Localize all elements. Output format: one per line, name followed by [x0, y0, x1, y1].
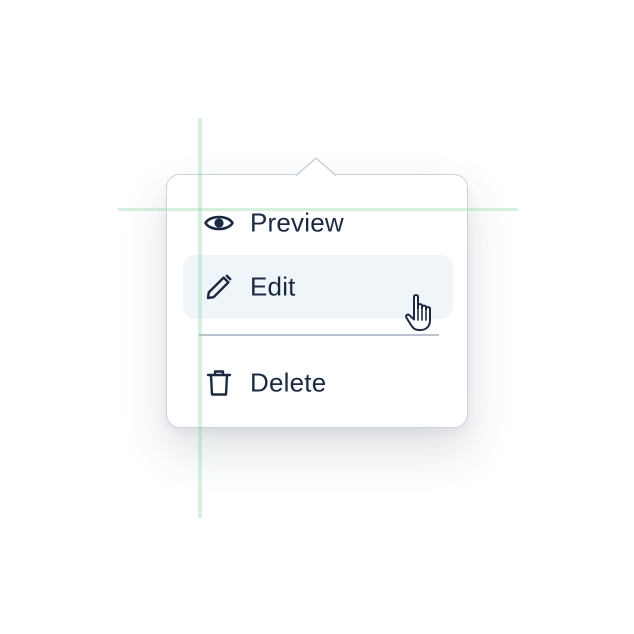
menu-item-label: Delete [250, 367, 327, 398]
menu-item-label: Preview [250, 207, 344, 238]
pencil-icon [203, 271, 235, 303]
menu-item-label: Edit [250, 271, 296, 302]
menu-item-delete[interactable]: Delete [183, 351, 453, 415]
canvas: Preview Edit Delete [0, 0, 634, 634]
menu-item-preview[interactable]: Preview [183, 191, 453, 255]
vertical-guide-line [198, 118, 202, 518]
eye-icon [203, 207, 235, 239]
pointer-hand-icon [405, 294, 431, 331]
popover-arrow [296, 157, 336, 176]
trash-icon [203, 367, 235, 399]
menu-divider [199, 334, 439, 336]
horizontal-guide-line [118, 208, 518, 211]
